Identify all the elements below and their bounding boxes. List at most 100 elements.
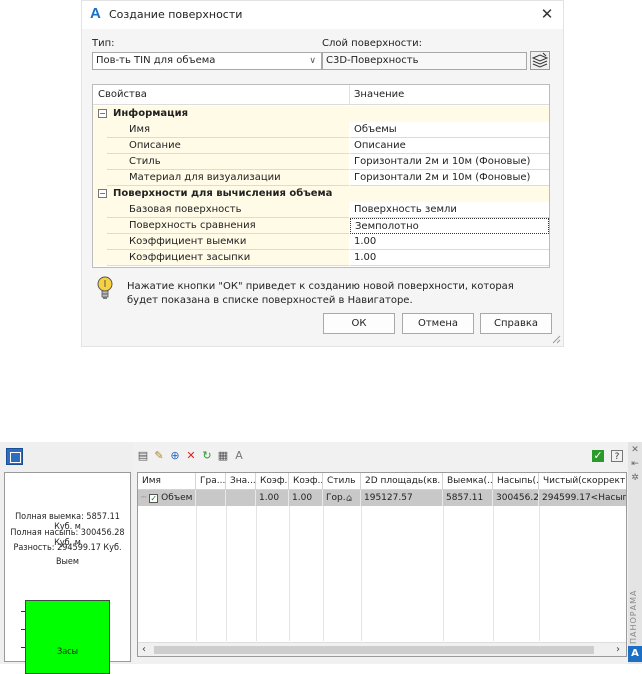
column-header[interactable]: Коэф... bbox=[256, 473, 289, 490]
dialog-titlebar: A Создание поверхности ✕ bbox=[82, 1, 563, 29]
column-header[interactable]: Выемка(... bbox=[443, 473, 493, 490]
add-surface-icon[interactable]: ⊕ bbox=[169, 450, 181, 462]
cell-cut: 5857.11 bbox=[443, 490, 493, 506]
cell-style[interactable]: Гор... ⌂ bbox=[323, 490, 361, 506]
help-icon[interactable]: ? bbox=[611, 450, 623, 462]
stats-pane: Полная выемка: 5857.11 Куб. м Полная нас… bbox=[0, 442, 133, 674]
volume-panorama-panel: Полная выемка: 5857.11 Куб. м Полная нас… bbox=[0, 442, 642, 674]
resize-grip-icon[interactable] bbox=[551, 334, 561, 344]
create-surface-icon[interactable]: ✎ bbox=[153, 450, 165, 462]
column-header[interactable]: Чистый(скоррект... bbox=[539, 473, 626, 490]
autocad-logo-icon: A bbox=[90, 5, 101, 22]
property-row-render-material[interactable]: Материал для визуализации Горизонтали 2м… bbox=[93, 170, 549, 186]
chart-label-cut: Выем bbox=[55, 557, 80, 567]
column-header[interactable]: Имя bbox=[138, 473, 196, 490]
delete-icon[interactable]: ✕ bbox=[185, 450, 197, 462]
property-value[interactable]: 1.00 bbox=[350, 250, 549, 266]
volume-stats-box: Полная выемка: 5857.11 Куб. м Полная нас… bbox=[4, 472, 131, 674]
cancel-button[interactable]: Отмена bbox=[402, 313, 474, 334]
property-row-cut-factor[interactable]: Коэффициент выемки 1.00 bbox=[93, 234, 549, 250]
layer-label: Слой поверхности: bbox=[322, 38, 422, 49]
property-value[interactable]: Горизонтали 2м и 10м (Фоновые) bbox=[350, 170, 549, 186]
property-name: Поверхность сравнения bbox=[107, 218, 349, 234]
column-header[interactable]: Гра... bbox=[196, 473, 226, 490]
hint-text: Нажатие кнопки "ОК" приведет к созданию … bbox=[127, 281, 514, 306]
property-row-name[interactable]: Имя Объемы bbox=[93, 122, 549, 138]
difference-text: Разность: 294599.17 Куб. bbox=[13, 543, 122, 553]
close-palette-icon[interactable]: ✕ bbox=[630, 445, 640, 455]
dialog-title: Создание поверхности bbox=[109, 8, 243, 21]
text-style-icon[interactable]: A bbox=[233, 450, 245, 462]
property-value[interactable]: Горизонтали 2м и 10м (Фоновые) bbox=[350, 154, 549, 170]
style-picker-icon[interactable]: ⌂ bbox=[346, 491, 352, 506]
surface-props-icon[interactable]: ▤ bbox=[137, 450, 149, 462]
close-button[interactable]: ✕ bbox=[537, 4, 557, 24]
autocad-logo-icon: A bbox=[628, 646, 642, 662]
apply-checkmark-icon[interactable]: ✓ bbox=[592, 450, 604, 462]
type-select-value: Пов-ть TIN для объема bbox=[96, 55, 216, 66]
category-info-label: Информация bbox=[113, 108, 188, 119]
column-header[interactable]: 2D площадь(кв. м) bbox=[361, 473, 443, 490]
ok-button[interactable]: ОК bbox=[323, 313, 395, 334]
layer-field: C3D-Поверхность bbox=[322, 52, 527, 70]
category-info[interactable]: − Информация bbox=[93, 106, 549, 122]
select-surface-button[interactable] bbox=[6, 448, 23, 465]
category-volume-surfaces[interactable]: − Поверхности для вычисления объема bbox=[93, 186, 549, 202]
property-name: Материал для визуализации bbox=[107, 170, 349, 186]
property-value-selected[interactable]: Земполотно bbox=[350, 218, 549, 234]
create-surface-dialog: A Создание поверхности ✕ Тип: Пов-ть TIN… bbox=[81, 0, 564, 347]
type-label: Тип: bbox=[92, 38, 115, 49]
cell-net: 294599.17<Насыпь> bbox=[542, 493, 626, 503]
horizontal-scrollbar[interactable]: ‹ › bbox=[138, 642, 626, 656]
property-value[interactable]: Поверхность земли bbox=[350, 202, 549, 218]
layer-select-button[interactable] bbox=[530, 51, 550, 70]
property-row-base-surface[interactable]: Базовая поверхность Поверхность земли bbox=[93, 202, 549, 218]
column-value: Значение bbox=[354, 89, 405, 100]
property-value[interactable]: Описание bbox=[350, 138, 549, 154]
cell-cut-factor[interactable]: 1.00 bbox=[256, 490, 289, 506]
chevron-down-icon: ∨ bbox=[309, 56, 316, 66]
property-name: Имя bbox=[107, 122, 349, 138]
property-row-comparison-surface[interactable]: Поверхность сравнения Земполотно bbox=[93, 218, 549, 234]
help-button[interactable]: Справка bbox=[480, 313, 552, 334]
table-header: Имя Гра... Зна... Коэф... Коэф... Стиль … bbox=[138, 473, 626, 490]
scroll-left-icon[interactable]: ‹ bbox=[142, 643, 146, 657]
fill-volume-bar bbox=[25, 600, 110, 674]
palette-title: ПАНОРАМА bbox=[629, 589, 638, 644]
property-row-fill-factor[interactable]: Коэффициент засыпки 1.00 bbox=[93, 250, 549, 266]
layers-icon bbox=[531, 52, 549, 68]
column-header[interactable]: Стиль bbox=[323, 473, 361, 490]
palette-settings-icon[interactable]: ✲ bbox=[630, 473, 640, 483]
refresh-icon[interactable]: ↻ bbox=[201, 450, 213, 462]
scrollbar-thumb[interactable] bbox=[154, 646, 594, 654]
volume-surfaces-table: Имя Гра... Зна... Коэф... Коэф... Стиль … bbox=[137, 472, 627, 657]
layer-value: C3D-Поверхность bbox=[326, 55, 419, 66]
collapse-icon[interactable]: − bbox=[98, 189, 107, 198]
table-row[interactable]: ┄ ✓ Объем 1.00 1.00 Гор... ⌂ 195127.57 5… bbox=[138, 490, 626, 506]
column-header[interactable]: Насыпь(... bbox=[493, 473, 539, 490]
grid-header: Свойства Значение bbox=[93, 85, 549, 105]
cell-fill: 300456.28 bbox=[493, 490, 539, 506]
cell-boundary bbox=[196, 490, 226, 506]
type-select[interactable]: Пов-ть TIN для объема ∨ bbox=[92, 52, 322, 70]
property-name: Стиль bbox=[107, 154, 349, 170]
column-header[interactable]: Коэф... bbox=[289, 473, 323, 490]
category-volume-label: Поверхности для вычисления объема bbox=[113, 188, 333, 199]
property-row-style[interactable]: Стиль Горизонтали 2м и 10м (Фоновые) bbox=[93, 154, 549, 170]
property-value[interactable]: Объемы bbox=[350, 122, 549, 138]
property-name: Коэффициент засыпки bbox=[107, 250, 349, 266]
autohide-icon[interactable]: ⇤ bbox=[630, 459, 640, 469]
cell-2d-area: 195127.57 bbox=[361, 490, 443, 506]
property-value[interactable]: 1.00 bbox=[350, 234, 549, 250]
collapse-icon[interactable]: − bbox=[98, 109, 107, 118]
property-name: Коэффициент выемки bbox=[107, 234, 349, 250]
column-header[interactable]: Зна... bbox=[226, 473, 256, 490]
cell-fill-factor[interactable]: 1.00 bbox=[289, 490, 323, 506]
row-name-cell[interactable]: ┄ ✓ Объем bbox=[138, 490, 196, 506]
scroll-right-icon[interactable]: › bbox=[616, 643, 620, 657]
visibility-checkbox[interactable]: ✓ bbox=[149, 494, 159, 503]
report-icon[interactable]: ▦ bbox=[217, 450, 229, 462]
surface-name: Объем bbox=[161, 493, 193, 503]
lightbulb-icon bbox=[97, 276, 113, 299]
property-row-description[interactable]: Описание Описание bbox=[93, 138, 549, 154]
